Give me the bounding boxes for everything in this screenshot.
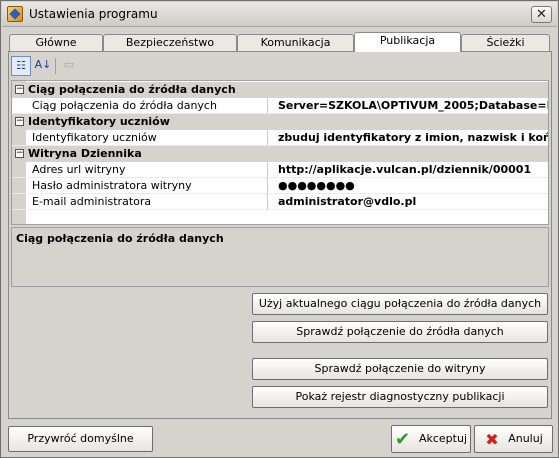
category-label: Identyfikatory uczniów xyxy=(28,115,170,128)
property-name: Identyfikatory uczniów xyxy=(12,130,268,146)
title-bar[interactable]: Ustawienia programu ✕ xyxy=(2,2,557,27)
property-description-pane: Ciąg połączenia do źródła danych xyxy=(11,227,549,287)
collapse-icon[interactable]: − xyxy=(15,149,24,158)
property-name: Ciąg połączenia do źródła danych xyxy=(12,98,268,114)
category-label: Witryna Dziennika xyxy=(28,147,142,160)
property-row[interactable]: E-mail administratora administrator@vdlo… xyxy=(12,194,548,210)
collapse-icon[interactable]: − xyxy=(15,85,24,94)
tab-publikacja[interactable]: Publikacja xyxy=(354,32,461,52)
cancel-button[interactable]: Anuluj xyxy=(474,425,553,453)
accept-button[interactable]: Akceptuj xyxy=(391,425,471,453)
cancel-label: Anuluj xyxy=(508,432,543,445)
property-row[interactable]: Identyfikatory uczniów zbuduj identyfika… xyxy=(12,130,548,146)
property-row[interactable]: Ciąg połączenia do źródła danych Server=… xyxy=(12,98,548,114)
show-diagnostic-log-button[interactable]: Pokaż rejestr diagnostyczny publikacji xyxy=(252,386,548,408)
category-row-connection[interactable]: − Ciąg połączenia do źródła danych xyxy=(12,82,548,98)
property-row[interactable]: Adres url witryny http://aplikacje.vulca… xyxy=(12,162,548,178)
property-name: Adres url witryny xyxy=(12,162,268,178)
use-current-connection-button[interactable]: Użyj aktualnego ciągu połączenia do źród… xyxy=(252,293,548,315)
property-value[interactable]: administrator@vdlo.pl xyxy=(269,194,548,210)
settings-window: Ustawienia programu ✕ Główne Bezpieczeńs… xyxy=(0,0,559,458)
category-row-website[interactable]: − Witryna Dziennika xyxy=(12,146,548,162)
property-value[interactable]: zbuduj identyfikatory z imion, nazwisk i… xyxy=(269,130,548,146)
close-button[interactable]: ✕ xyxy=(531,6,552,23)
restore-defaults-button[interactable]: Przywróć domyślne xyxy=(8,426,153,452)
toolbar-separator xyxy=(55,58,56,74)
collapse-icon[interactable]: − xyxy=(15,117,24,126)
property-name: E-mail administratora xyxy=(12,194,268,210)
window-title: Ustawienia programu xyxy=(29,7,158,21)
tab-komunikacja[interactable]: Komunikacja xyxy=(237,34,354,51)
property-value[interactable]: ●●●●●●●● xyxy=(269,178,548,194)
description-title: Ciąg połączenia do źródła danych xyxy=(16,232,224,245)
check-source-connection-button[interactable]: Sprawdź połączenie do źródła danych xyxy=(252,321,548,343)
category-label: Ciąg połączenia do źródła danych xyxy=(28,83,236,96)
sort-az-icon[interactable]: A↓ xyxy=(33,56,53,76)
categorized-icon[interactable]: ☷ xyxy=(11,56,31,76)
check-site-connection-button[interactable]: Sprawdź połączenie do witryny xyxy=(252,358,548,380)
property-row[interactable]: Hasło administratora witryny ●●●●●●●● xyxy=(12,178,548,194)
tab-strip: Główne Bezpieczeństwo Komunikacja Publik… xyxy=(9,32,550,52)
check-icon xyxy=(395,427,413,453)
property-grid: − Ciąg połączenia do źródła danych Ciąg … xyxy=(11,80,549,225)
property-pages-icon[interactable]: ▭ xyxy=(59,56,79,76)
property-value[interactable]: Server=SZKOLA\OPTIVUM_2005;Database=Baz xyxy=(269,98,548,114)
tab-glowne[interactable]: Główne xyxy=(9,34,103,51)
property-value[interactable]: http://aplikacje.vulcan.pl/dziennik/0000… xyxy=(269,162,548,178)
tab-bezpieczenstwo[interactable]: Bezpieczeństwo xyxy=(103,34,237,51)
property-grid-toolbar: ☷ A↓ ▭ xyxy=(11,56,74,78)
close-icon xyxy=(484,427,502,453)
app-icon xyxy=(7,6,23,22)
accept-label: Akceptuj xyxy=(418,432,468,445)
tab-sciezki[interactable]: Ścieżki xyxy=(461,34,550,51)
category-row-identifiers[interactable]: − Identyfikatory uczniów xyxy=(12,114,548,130)
property-name: Hasło administratora witryny xyxy=(12,178,268,194)
